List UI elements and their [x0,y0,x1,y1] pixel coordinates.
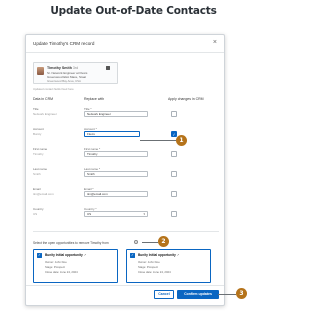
row-label-email: Email [33,187,41,191]
opportunities-prompt: Select the open opportunities to remove … [33,241,109,245]
opportunity-checkbox[interactable]: ✓ [37,253,42,258]
avatar [37,67,44,75]
first-name-input[interactable]: Timothy [84,151,148,157]
opportunity-title-text: Bunity Initial opportunity [138,253,176,257]
opportunity-close-date: Close date: June 24, 2024 [138,270,171,274]
account-input[interactable]: Flexis [84,131,140,137]
dialog-header: Update Timothy's CRM record × [26,35,224,53]
callout-connector [218,294,236,295]
last-name-input[interactable]: Smith [84,171,148,177]
row-old-title: Network Engineer [33,112,57,116]
opportunity-checkbox[interactable]: ✓ [130,253,135,258]
opportunity-card[interactable]: ✓ Bunity Initial opportunity ↗ Owner: Jo… [33,249,118,283]
row-label-last-name: Last name [33,167,48,171]
country-apply-checkbox[interactable] [171,211,177,217]
row-label-account: Account [33,127,44,131]
row-old-country: US [33,212,38,216]
section-divider [33,231,219,232]
callout-badge: 1 [176,135,187,146]
external-link-icon[interactable]: ↗ [177,253,180,257]
column-header-crm: Data in CRM [33,97,54,101]
email-input[interactable]: tim@email.com [84,191,148,197]
dialog-title: Update Timothy's CRM record [33,41,95,46]
title-input[interactable]: Network Engineer [84,111,148,117]
chevron-down-icon: ▾ [143,212,145,216]
opportunity-stage: Stage: Prospect [138,265,158,269]
country-select-value: US [87,212,92,216]
contact-location: Greenwood Bay Area, USA [47,79,81,83]
updated-note: Updated contact fields fixed here [33,87,74,91]
opportunity-owner: Owner: John Doe [45,260,67,264]
email-apply-checkbox[interactable] [171,191,177,197]
country-select[interactable]: US ▾ [84,211,148,217]
row-old-last-name: Smith [33,172,41,176]
opportunity-title-text: Bunity Initial opportunity [45,253,83,257]
confirm-updates-button[interactable]: Confirm updates [177,290,219,299]
first-name-apply-checkbox[interactable] [171,151,177,157]
external-link-icon[interactable]: ↗ [84,253,87,257]
opportunity-owner: Owner: John Doe [138,260,160,264]
row-old-first-name: Timothy [33,152,44,156]
row-old-email: tim@email.com [33,192,54,196]
cancel-button[interactable]: Cancel [154,290,174,299]
info-icon[interactable]: i [134,240,138,244]
column-header-apply: Apply changes in CRM [168,97,204,101]
contact-name-text: Timothy Smith [47,66,72,70]
callout-connector [140,140,176,141]
crm-update-dialog: Update Timothy's CRM record × Timothy Sm… [25,34,225,306]
connection-degree: 3rd [72,66,79,70]
contact-name[interactable]: Timothy Smith 3rd [47,66,78,70]
callout-badge: 2 [158,236,169,247]
callout-connector [142,242,158,243]
callout-badge: 3 [236,288,247,299]
last-name-apply-checkbox[interactable] [171,171,177,177]
opportunity-title: Bunity Initial opportunity ↗ [138,253,179,257]
account-apply-checkbox[interactable]: ✓ [171,131,177,137]
contact-card: Timothy Smith 3rd Sr. Network Engineer a… [33,62,118,84]
row-old-account: Bunity [33,132,42,136]
close-icon[interactable]: × [213,39,217,46]
row-label-country: Country [33,207,44,211]
opportunity-title: Bunity Initial opportunity ↗ [45,253,86,257]
opportunity-card[interactable]: ✓ Bunity Initial opportunity ↗ Owner: Jo… [126,249,211,283]
linkedin-icon[interactable] [106,66,110,70]
row-label-title: Title [33,107,39,111]
opportunity-stage: Stage: Prospect [45,265,65,269]
page-heading: Update Out-of-Date Contacts [50,5,217,17]
column-header-replace: Replace with [84,97,105,101]
row-label-first-name: First name [33,147,48,151]
title-apply-checkbox[interactable] [171,111,177,117]
opportunity-close-date: Close date: June 24, 2024 [45,270,78,274]
footer-divider [26,285,224,286]
